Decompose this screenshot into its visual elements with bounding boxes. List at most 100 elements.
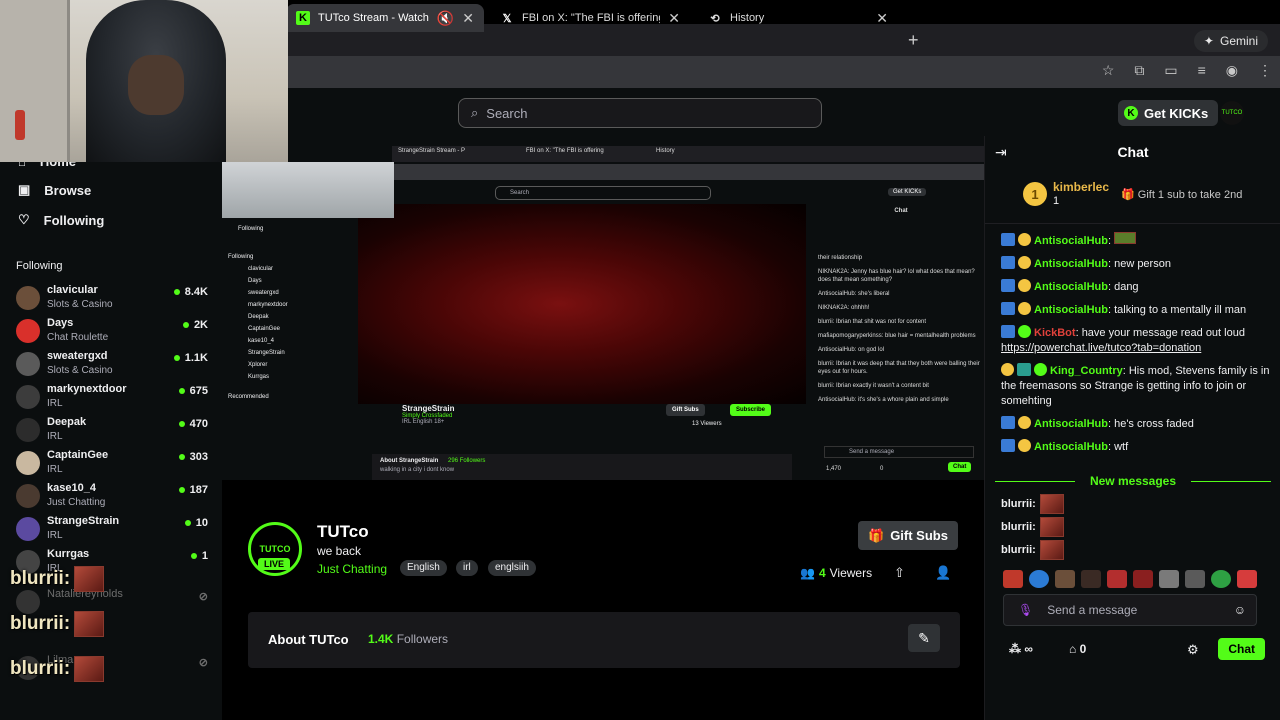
donation-link[interactable]: https://powerchat.live/tutco?tab=donatio… — [1001, 342, 1201, 354]
emote-icon[interactable] — [1133, 570, 1153, 588]
emote-icon[interactable] — [1003, 570, 1023, 588]
media-icon[interactable]: ≡ — [1198, 62, 1206, 79]
close-tab-icon[interactable]: ✕ — [462, 10, 474, 27]
microphone-icon[interactable]: 🎙 — [1018, 603, 1033, 617]
leader-username[interactable]: kimberlec — [1053, 180, 1109, 194]
channel-name: markynextdoor — [47, 383, 127, 395]
badge-icon — [1034, 363, 1047, 376]
kicks-coin-icon: K — [1124, 106, 1138, 120]
chat-message-input[interactable]: 🎙 Send a message ☺ — [1003, 594, 1257, 626]
channel-category: Just Chatting — [47, 497, 106, 508]
menu-kebab-icon[interactable]: ⋮ — [1258, 62, 1272, 79]
share-icon[interactable]: ⇧ — [894, 565, 905, 581]
emote-icon[interactable] — [1237, 570, 1257, 588]
badge-icon — [1018, 233, 1031, 246]
gift-sub-prompt[interactable]: 🎁 Gift 1 sub to take 2nd — [1121, 188, 1242, 201]
stream-title: we back — [317, 544, 362, 558]
sidebar-item-browse[interactable]: ▣ Browse — [18, 182, 91, 198]
cast-icon[interactable]: ▭ — [1164, 62, 1177, 79]
chat-panel: ⇥ Chat 1 kimberlec 1 🎁 Gift 1 sub to tak… — [984, 136, 1280, 720]
avatar — [16, 319, 40, 343]
badge-icon — [1018, 256, 1031, 269]
follow-user-icon[interactable]: 👤 — [935, 565, 951, 581]
new-tab-button[interactable]: + — [908, 30, 919, 51]
tag-englsiih[interactable]: englsiih — [488, 560, 536, 576]
channel-name: Deepak — [47, 416, 87, 428]
emote-icon[interactable] — [1107, 570, 1127, 588]
emote-icon[interactable] — [1081, 570, 1101, 588]
following-heading: Following — [16, 260, 63, 272]
following-item-deepak[interactable]: Deepak IRL 470 — [16, 416, 212, 448]
following-item-captaingee[interactable]: CaptainGee IRL 303 — [16, 449, 212, 481]
heart-icon: ♡ — [18, 212, 30, 227]
following-item-sweatergxd[interactable]: sweatergxd Slots & Casino 1.1K — [16, 350, 212, 382]
search-icon: ⌕ — [471, 105, 479, 120]
tag-irl[interactable]: irl — [456, 560, 478, 576]
user-avatar[interactable]: TUTCO — [1220, 101, 1244, 125]
following-item-kase10-4[interactable]: kase10_4 Just Chatting 187 — [16, 482, 212, 514]
profile-icon[interactable]: ◉ — [1226, 62, 1238, 79]
extensions-icon[interactable]: ⧉ — [1134, 62, 1144, 79]
nav-label: Browse — [44, 182, 92, 198]
stream-category[interactable]: Just Chatting — [317, 562, 387, 576]
gift-subs-button[interactable]: 🎁 Gift Subs — [858, 521, 958, 550]
gear-icon[interactable]: ⚙ — [1187, 642, 1199, 658]
fire-extinguisher — [15, 110, 25, 140]
followers-count: 1.4K Followers — [368, 632, 449, 646]
channel-name: Kurrgas — [47, 548, 90, 560]
chat-message: AntisocialHub: new person — [1001, 256, 1273, 272]
gemini-icon: ✦ — [1203, 34, 1214, 48]
emote-icon[interactable] — [1185, 570, 1205, 588]
tag-english[interactable]: English — [400, 560, 447, 576]
tab-fbi[interactable]: 𝕏 FBI on X: "The FBI is offering ✕ — [490, 4, 690, 32]
following-item-clavicular[interactable]: clavicular Slots & Casino 8.4K — [16, 284, 212, 316]
badge-icon — [1017, 363, 1031, 376]
channel-name[interactable]: TUTco — [317, 522, 369, 542]
edit-pencil-icon[interactable]: ✎ — [908, 624, 940, 652]
viewer-count: 2K — [182, 319, 208, 331]
channel-name: clavicular — [47, 284, 98, 296]
sidebar-item-following[interactable]: ♡ Following — [18, 212, 104, 228]
new-messages-divider[interactable]: New messages — [995, 474, 1271, 488]
emote-icon[interactable] — [1029, 570, 1049, 588]
viewer-count: 10 — [184, 517, 208, 529]
chat-messages: AntisocialHub: AntisocialHub: new person… — [1001, 232, 1273, 462]
nav-label: Following — [43, 212, 105, 228]
mute-icon[interactable]: 🔇 — [437, 10, 454, 27]
close-tab-icon[interactable]: ✕ — [876, 10, 888, 27]
bookmark-star-icon[interactable]: ☆ — [1102, 62, 1115, 79]
following-item-markynextdoor[interactable]: markynextdoor IRL 675 — [16, 383, 212, 415]
channel-category: Slots & Casino — [47, 365, 113, 376]
kick-favicon-icon: K — [296, 11, 310, 25]
close-tab-icon[interactable]: ✕ — [668, 10, 680, 27]
tab-tutco[interactable]: K TUTco Stream - Watch Li 🔇 ✕ — [286, 4, 484, 32]
following-item-days[interactable]: Days Chat Roulette 2K — [16, 317, 212, 349]
send-chat-button[interactable]: Chat — [1218, 638, 1265, 660]
gemini-button[interactable]: ✦ Gemini — [1193, 30, 1268, 52]
emote-icon — [74, 611, 105, 637]
emote-icon[interactable] — [1055, 570, 1075, 588]
channel-category: IRL — [47, 398, 63, 409]
emoji-icon[interactable]: ☺ — [1234, 603, 1246, 617]
gift-leaderboard: 1 kimberlec 1 🎁 Gift 1 sub to take 2nd — [985, 174, 1280, 224]
following-item-strangestrain[interactable]: StrangeStrain IRL 10 — [16, 515, 212, 547]
tab-history[interactable]: ⟲ History ✕ — [698, 4, 898, 32]
emote-icon[interactable] — [1159, 570, 1179, 588]
x-favicon-icon: 𝕏 — [502, 12, 512, 25]
about-title: About TUTco — [268, 632, 349, 647]
get-kicks-button[interactable]: K Get KICKs — [1118, 100, 1219, 126]
channel-category: IRL — [47, 464, 63, 475]
search-placeholder: Search — [486, 105, 528, 121]
badge-icon — [1001, 439, 1015, 452]
live-badge: LIVE — [258, 558, 291, 570]
emote-icon[interactable] — [1211, 570, 1231, 588]
search-input[interactable]: ⌕ Search — [458, 98, 822, 128]
gift-icon: 🎁 — [868, 527, 885, 543]
nested-search: Search — [495, 186, 711, 200]
badge-icon — [1001, 302, 1015, 315]
store-balance[interactable]: ⌂ 0 — [1069, 642, 1086, 656]
chat-message: blurrii: — [1001, 494, 1064, 514]
avatar — [16, 418, 40, 442]
kicks-balance[interactable]: ⁂ ∞ — [1009, 642, 1033, 656]
nested-sidebar: Browse Following Following clavicular Da… — [228, 214, 288, 400]
